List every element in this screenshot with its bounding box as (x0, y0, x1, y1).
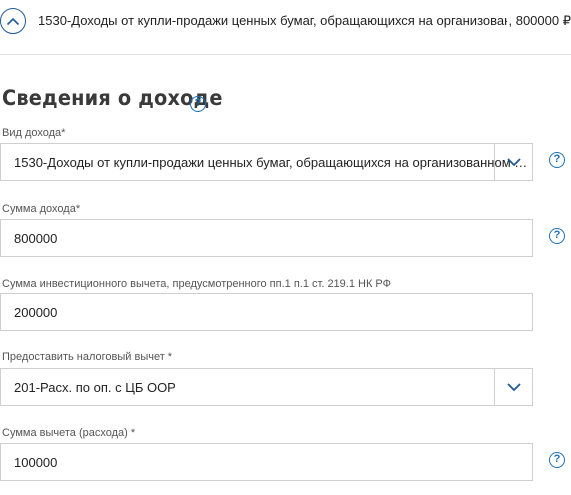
income-type-select[interactable]: 1530-Доходы от купли-продажи ценных бума… (0, 143, 533, 181)
investment-deduction-value: 200000 (14, 305, 58, 320)
help-icon[interactable]: ? (190, 96, 206, 112)
deduction-amount-input[interactable]: 100000 (0, 443, 533, 481)
tax-deduction-value: 201-Расх. по оп. с ЦБ ООР (14, 380, 176, 395)
tax-deduction-label: Предоставить налоговый вычет * (2, 351, 173, 363)
investment-deduction-input[interactable]: 200000 (0, 293, 533, 331)
select-divider (494, 369, 495, 405)
chevron-up-icon (6, 17, 20, 25)
income-type-label: Вид дохода* (2, 127, 66, 139)
income-amount-value: 800000 (14, 231, 58, 246)
help-icon[interactable]: ? (549, 152, 565, 168)
help-icon[interactable]: ? (549, 228, 565, 244)
tax-deduction-select[interactable]: 201-Расх. по оп. с ЦБ ООР (0, 368, 533, 406)
deduction-amount-value: 100000 (14, 455, 58, 470)
chevron-down-icon[interactable] (506, 381, 522, 393)
income-item-amount: , 800000 ₽ (506, 13, 571, 29)
investment-deduction-label: Сумма инвестиционного вычета, предусмотр… (2, 278, 392, 290)
income-amount-input[interactable]: 800000 (0, 219, 533, 257)
collapse-button[interactable] (0, 8, 26, 34)
divider (0, 54, 571, 55)
income-amount-label: Сумма дохода* (2, 203, 81, 215)
help-icon[interactable]: ? (549, 452, 565, 468)
income-type-value: 1530-Доходы от купли-продажи ценных бума… (14, 155, 528, 170)
deduction-amount-label: Сумма вычета (расхода) * (2, 427, 136, 439)
chevron-down-icon[interactable] (506, 156, 522, 168)
income-item-title[interactable]: 1530-Доходы от купли-продажи ценных бума… (38, 13, 551, 28)
select-divider (494, 144, 495, 180)
